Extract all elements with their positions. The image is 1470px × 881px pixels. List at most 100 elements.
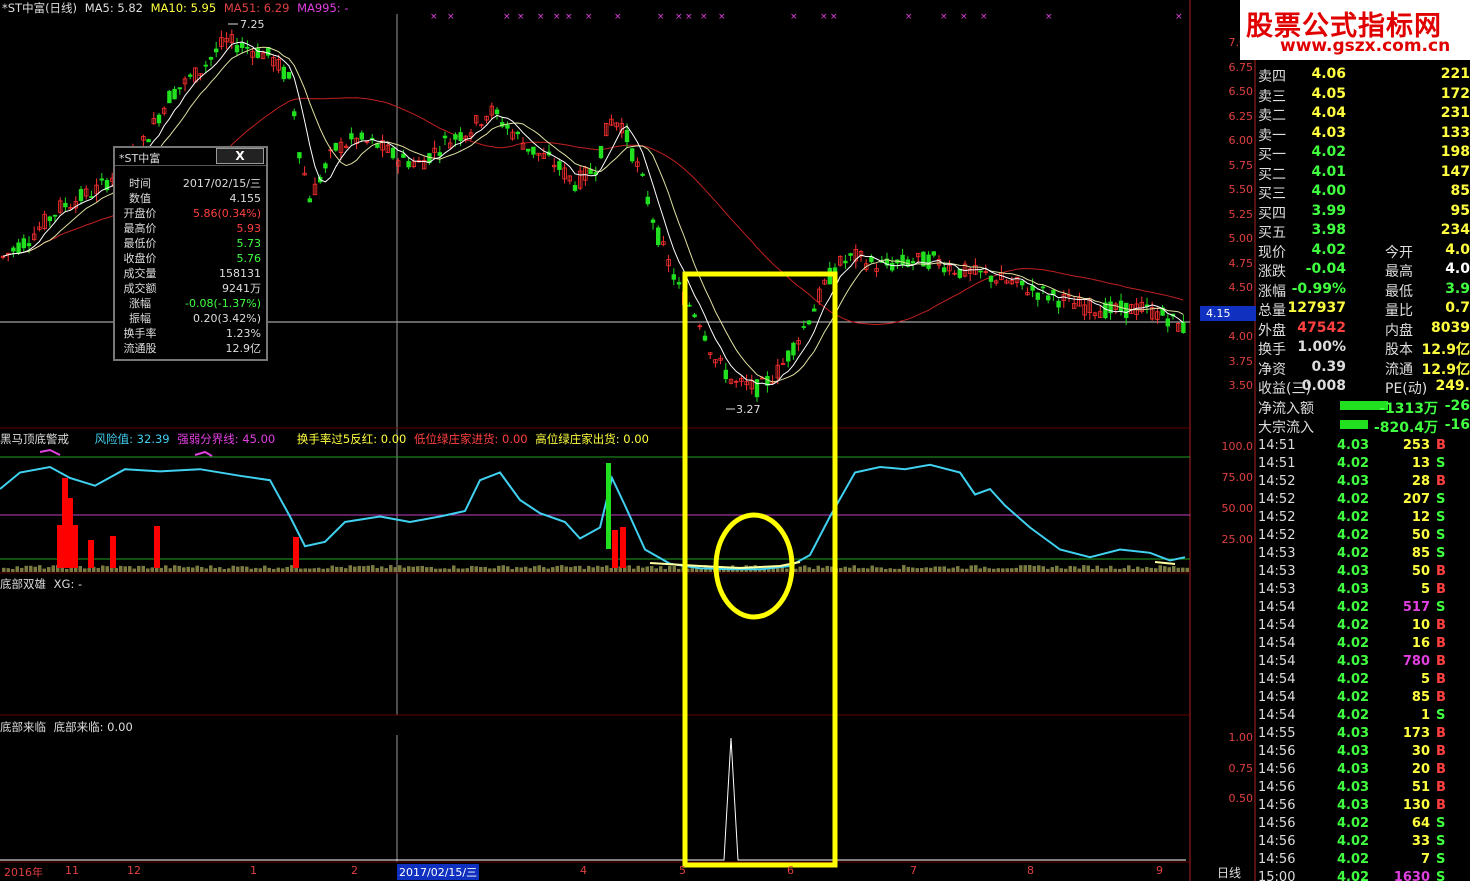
- trade-row[interactable]: 14:56 4.02 33 S: [1255, 833, 1470, 851]
- trade-side: S: [1436, 510, 1446, 525]
- trade-row[interactable]: 14:56 4.03 20 B: [1255, 761, 1470, 779]
- close-button[interactable]: X: [216, 148, 264, 164]
- info-row: 开盘价 5.86(0.34%): [115, 206, 266, 221]
- signal-mark: ×: [447, 12, 455, 22]
- quote-value: 127937: [1287, 300, 1346, 316]
- info-value: -0.08(-1.37%): [185, 297, 261, 310]
- quote-value: -0.04: [1305, 261, 1346, 277]
- info-value: 5.86(0.34%): [192, 207, 261, 220]
- price-tick: 3.75: [1228, 355, 1254, 368]
- trade-side: B: [1436, 582, 1446, 597]
- trade-row[interactable]: 14:56 4.03 130 B: [1255, 797, 1470, 815]
- ind-bar: [101, 565, 105, 572]
- trade-row[interactable]: 14:52 4.02 50 S: [1255, 527, 1470, 545]
- signal-mark: ×: [565, 12, 573, 22]
- quote-value2: 95: [1450, 202, 1470, 219]
- stock-title: *ST中富(日线): [2, 1, 78, 15]
- info-row: 成交额 9241万: [115, 281, 266, 296]
- indicator2-header: 底部双雄 XG: -: [0, 576, 82, 592]
- trade-row[interactable]: 14:53 4.03 50 B: [1255, 563, 1470, 581]
- ind-bar: [303, 568, 307, 572]
- trade-list[interactable]: 14:51 4.03 253 B 14:51 4.02 13 S 14:52 4.03 28 B 14:…: [1255, 437, 1470, 881]
- ind-bar: [429, 566, 433, 572]
- info-window-titlebar[interactable]: *ST中富 X: [115, 148, 266, 166]
- trade-row[interactable]: 14:51 4.02 13 S: [1255, 455, 1470, 473]
- trade-price: 4.02: [1337, 618, 1370, 633]
- ind-bar: [1059, 568, 1063, 572]
- ind-bar: [888, 568, 892, 572]
- ind-bar: [663, 568, 667, 572]
- trade-row[interactable]: 14:54 4.02 85 B: [1255, 689, 1470, 707]
- signal-mark: ×: [718, 12, 726, 22]
- signal-mark: ×: [585, 12, 593, 22]
- trade-price: 4.03: [1337, 438, 1370, 453]
- ind-bar: [528, 568, 532, 572]
- indicator2-name: 底部双雄: [0, 577, 46, 591]
- signal-mark: ×: [905, 12, 913, 22]
- trade-row[interactable]: 14:56 4.03 51 B: [1255, 779, 1470, 797]
- candle-body: [406, 161, 411, 168]
- trade-price: 4.02: [1337, 708, 1370, 723]
- ind-bar: [87, 568, 91, 572]
- trade-row[interactable]: 14:52 4.02 12 S: [1255, 509, 1470, 527]
- trade-row[interactable]: 14:56 4.02 64 S: [1255, 815, 1470, 833]
- ind-bar: [596, 565, 600, 572]
- ind-bar: [344, 568, 348, 572]
- trade-row[interactable]: 14:54 4.02 517 S: [1255, 599, 1470, 617]
- candle-body: [702, 335, 708, 341]
- trade-price: 4.02: [1337, 816, 1370, 831]
- signal-mark: ×: [685, 12, 693, 22]
- trade-row[interactable]: 14:52 4.03 28 B: [1255, 473, 1470, 491]
- trade-row[interactable]: 14:56 4.03 30 B: [1255, 743, 1470, 761]
- trade-time: 14:56: [1258, 762, 1296, 777]
- info-row: 最高价 5.93: [115, 221, 266, 236]
- candle-body: [208, 57, 214, 60]
- trade-row[interactable]: 14:53 4.03 5 B: [1255, 581, 1470, 599]
- ind-bar: [1100, 568, 1104, 572]
- ind-bar: [33, 566, 37, 572]
- quote-value2: 3.9: [1445, 280, 1470, 297]
- trade-row[interactable]: 15:00 4.02 1630 S: [1255, 869, 1470, 881]
- candle-body: [687, 304, 692, 307]
- trade-price: 4.03: [1337, 582, 1370, 597]
- period-label[interactable]: 日线: [1217, 864, 1241, 881]
- trade-row[interactable]: 14:52 4.02 207 S: [1255, 491, 1470, 509]
- trade-row[interactable]: 14:54 4.02 10 B: [1255, 617, 1470, 635]
- ind-bar: [258, 568, 262, 572]
- ind-bar: [690, 568, 694, 572]
- ind-bar: [672, 566, 676, 572]
- trade-row[interactable]: 14:55 4.03 173 B: [1255, 725, 1470, 743]
- info-rows: 时间 2017/02/15/三 数值 4.155 开盘价 5.86(0.34%) 最高价 5.…: [115, 166, 266, 356]
- trade-row[interactable]: 14:56 4.02 7 S: [1255, 851, 1470, 869]
- ind1-tick: 75.00: [1221, 471, 1254, 484]
- candle-body: [598, 145, 604, 159]
- ind-bar: [492, 568, 496, 572]
- candle-body: [453, 134, 458, 140]
- candle-body: [167, 90, 172, 104]
- trade-row[interactable]: 14:54 4.02 1 S: [1255, 707, 1470, 725]
- quote-row: 买五 3.98 234: [1255, 220, 1470, 241]
- ind-bar: [1140, 568, 1144, 572]
- ind-bar: [798, 566, 802, 572]
- candle-body: [650, 219, 656, 223]
- ind-bar: [1122, 568, 1126, 572]
- signal-mark: ×: [503, 12, 511, 22]
- info-value: 12.9亿: [225, 342, 262, 355]
- candle-body: [16, 242, 21, 254]
- info-window[interactable]: *ST中富 X 时间 2017/02/15/三 数值 4.155 开盘价 5.86(0.3…: [113, 146, 268, 361]
- ind-bar: [1131, 568, 1135, 572]
- trade-time: 14:51: [1258, 456, 1296, 471]
- ind-bar: [195, 565, 199, 572]
- ind-bar: [299, 568, 303, 572]
- candle-body: [187, 74, 193, 77]
- trade-row[interactable]: 14:51 4.03 253 B: [1255, 437, 1470, 455]
- trade-row[interactable]: 14:54 4.02 16 B: [1255, 635, 1470, 653]
- ind-bar: [1082, 565, 1086, 572]
- trade-row[interactable]: 14:54 4.03 780 B: [1255, 653, 1470, 671]
- ind-bar: [987, 568, 991, 572]
- trade-row[interactable]: 14:53 4.02 85 S: [1255, 545, 1470, 563]
- ind-bar: [771, 568, 775, 572]
- ind-bar: [416, 566, 420, 572]
- trade-row[interactable]: 14:54 4.02 5 B: [1255, 671, 1470, 689]
- ind-bar: [128, 566, 132, 572]
